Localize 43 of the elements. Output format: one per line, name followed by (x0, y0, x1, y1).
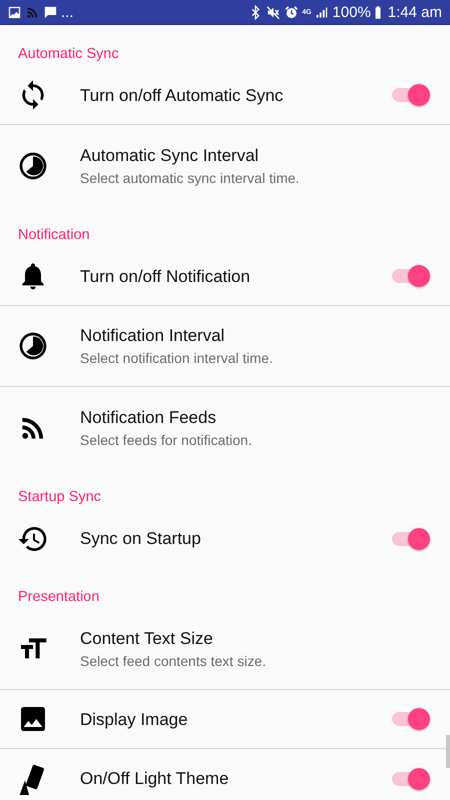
battery-icon (374, 4, 382, 20)
row-title: Sync on Startup (80, 528, 202, 549)
pie-clock-icon (17, 150, 49, 182)
row-title: Automatic Sync Interval (80, 144, 260, 166)
section-header: Notification (17, 226, 91, 245)
row-title: Content Text Size (80, 628, 214, 649)
toggle-switch[interactable] (392, 766, 430, 790)
pie-clock-icon (17, 330, 49, 362)
settings-row[interactable]: Content Text Size Select feed contents text size. (0, 609, 450, 690)
alarm-icon (284, 4, 300, 20)
status-more: ... (61, 4, 74, 20)
toggle-switch[interactable] (392, 707, 430, 731)
battery-percent: 100% (332, 4, 371, 20)
signal-icon (314, 4, 330, 20)
toggle-switch[interactable] (392, 264, 430, 288)
toggle-switch[interactable] (392, 83, 430, 107)
settings-row[interactable]: Display Image (0, 690, 450, 749)
row-subtitle: Select notification interval time. (80, 349, 274, 367)
mute-icon (266, 4, 282, 20)
row-title: Notification Feeds (80, 406, 218, 428)
row-subtitle: Select feed contents text size. (80, 652, 267, 670)
toggle-switch[interactable] (392, 526, 430, 550)
section-header: Automatic Sync (17, 45, 120, 64)
settings-row[interactable]: Turn on/off Notification (0, 247, 450, 306)
image-icon (7, 4, 22, 20)
settings-row[interactable]: Automatic Sync Interval Select automatic sync interval time. (0, 125, 450, 206)
section-header: Presentation (17, 588, 100, 607)
settings-row[interactable]: Notification Feeds Select feeds for notification. (0, 387, 450, 468)
status-time: 1:44 am (388, 4, 442, 20)
row-title: Turn on/off Automatic Sync (80, 84, 284, 106)
row-title: Turn on/off Notification (80, 266, 252, 286)
row-title: Notification Interval (80, 325, 226, 346)
scrollbar (446, 735, 450, 768)
section-header: Startup Sync (17, 488, 102, 507)
chat-icon (43, 4, 58, 20)
settings-row[interactable]: Notification Interval Select notification interval time. (0, 306, 450, 387)
row-subtitle: Select feeds for notification. (80, 430, 253, 448)
row-subtitle: Select automatic sync interval time. (80, 168, 300, 186)
row-title: On/Off Light Theme (80, 768, 230, 789)
settings-row[interactable]: Turn on/off Automatic Sync (0, 66, 450, 125)
row-title: Display Image (80, 708, 189, 730)
settings-row[interactable]: On/Off Light Theme (0, 749, 450, 800)
settings-row[interactable]: Sync on Startup (0, 509, 450, 568)
